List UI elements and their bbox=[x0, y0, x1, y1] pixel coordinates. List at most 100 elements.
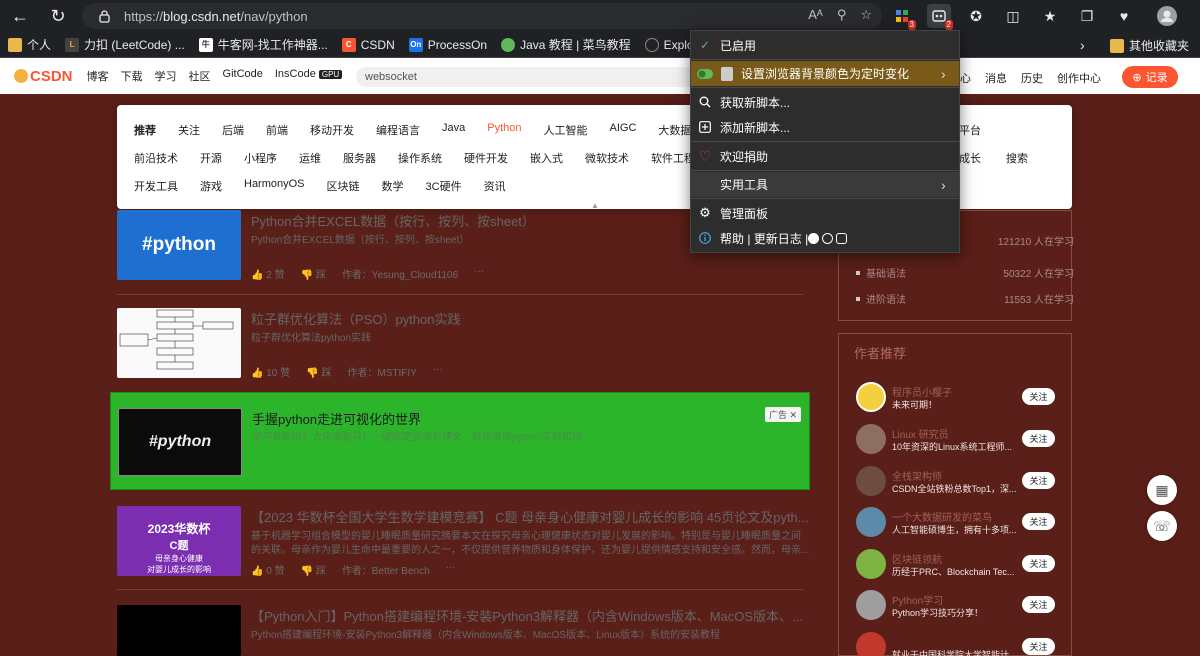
category-platform[interactable]: 平台 bbox=[959, 122, 981, 138]
category-frontier[interactable]: 前沿技术 bbox=[134, 150, 178, 166]
menu-help[interactable]: 帮助 | 更新日志 | bbox=[691, 226, 959, 250]
address-bar[interactable]: https://blog.csdn.net/nav/python Aᴬ ⚲ ☆ bbox=[82, 3, 882, 29]
category-java[interactable]: Java bbox=[442, 122, 465, 138]
zoom-icon[interactable]: ⚲ bbox=[837, 7, 847, 23]
messages-link[interactable]: 消息 bbox=[985, 70, 1007, 86]
extension-apps-icon[interactable]: 3 bbox=[890, 4, 916, 30]
learning-row[interactable]: 进阶语法 11553 人在学习 bbox=[856, 291, 1074, 306]
category-frontend[interactable]: 前端 bbox=[266, 122, 288, 138]
menu-utilities[interactable]: 实用工具 › bbox=[691, 172, 959, 197]
article-thumbnail[interactable] bbox=[117, 605, 241, 656]
lock-icon[interactable] bbox=[96, 8, 112, 24]
nav-inscode[interactable]: InsCode GPU bbox=[275, 68, 343, 84]
ad-title[interactable]: 手握python走进可视化的世界 bbox=[252, 409, 421, 428]
follow-button[interactable]: 关注 bbox=[1022, 430, 1055, 447]
menu-enabled[interactable]: ✓ 已启用 bbox=[691, 33, 959, 57]
author-card[interactable]: 程序员小樱子 未来可期！ 关注 bbox=[856, 382, 1056, 414]
toggle-switch-icon[interactable] bbox=[697, 66, 713, 82]
profile-avatar-icon[interactable] bbox=[1155, 4, 1179, 28]
author-card[interactable]: Python学习 Python学习技巧分享！ 关注 bbox=[856, 590, 1056, 622]
bookmark-personal[interactable]: 个人 bbox=[8, 36, 51, 53]
bookmarks-overflow-chevron-icon[interactable]: › bbox=[1080, 37, 1085, 53]
bookmark-runoob[interactable]: Java 教程 | 菜鸟教程 bbox=[501, 36, 631, 53]
favorites-icon[interactable]: ★ bbox=[1038, 4, 1062, 28]
nav-blog[interactable]: 博客 bbox=[87, 68, 109, 84]
follow-button[interactable]: 关注 bbox=[1022, 472, 1055, 489]
follow-button[interactable]: 关注 bbox=[1022, 638, 1055, 655]
author-card[interactable]: 区块链领航 历经于PRC、Blockchain Tec... 关注 bbox=[856, 549, 1056, 581]
author-card[interactable]: 就业于中国科学院大学智能计 关注 bbox=[856, 632, 1056, 656]
menu-donate[interactable]: ♡ 欢迎捐助 bbox=[691, 144, 959, 168]
record-button[interactable]: ⊕ 记录 bbox=[1122, 66, 1178, 88]
article-title[interactable]: 粒子群优化算法（PSO）python实践 bbox=[251, 309, 461, 328]
article-title[interactable]: 【Python入门】Python搭建编程环境-安装Python3解释器（内含Wi… bbox=[251, 606, 803, 625]
author-card-name[interactable]: Linux 研究员 bbox=[892, 426, 949, 441]
category-ops[interactable]: 运维 bbox=[299, 150, 321, 166]
category-server[interactable]: 服务器 bbox=[343, 150, 376, 166]
author-card[interactable]: 全栈架构师 CSDN全站铁粉总数Top1，深... 关注 bbox=[856, 466, 1056, 498]
extensions-puzzle-icon[interactable]: ✪ bbox=[964, 4, 988, 28]
category-python[interactable]: Python bbox=[487, 122, 521, 138]
category-harmonyos[interactable]: HarmonyOS bbox=[244, 178, 305, 194]
ad-thumbnail[interactable]: #python bbox=[118, 408, 242, 476]
article-thumbnail[interactable] bbox=[117, 308, 241, 378]
tampermonkey-icon[interactable]: 2 bbox=[927, 4, 953, 30]
qr-code-icon[interactable]: ▦ bbox=[1147, 475, 1177, 505]
menu-script-bg-color[interactable]: 设置浏览器背景颜色为定时变化 › bbox=[691, 61, 959, 86]
category-software-eng[interactable]: 软件工程 bbox=[651, 150, 695, 166]
author-card[interactable]: Linux 研究员 10年资深的Linux系统工程师... 关注 bbox=[856, 424, 1056, 456]
bookmark-csdn[interactable]: C CSDN bbox=[341, 37, 395, 52]
csdn-logo[interactable]: CSDN bbox=[14, 68, 73, 85]
author-name[interactable]: 作者：MSTIFIY bbox=[347, 364, 416, 379]
category-search[interactable]: 搜索 bbox=[1006, 150, 1028, 166]
category-embedded[interactable]: 嵌入式 bbox=[530, 150, 563, 166]
ad-close-tag[interactable]: 广告 ✕ bbox=[764, 407, 801, 422]
avatar[interactable] bbox=[856, 424, 886, 454]
menu-get-scripts[interactable]: 获取新脚本... bbox=[691, 90, 959, 114]
more-options-icon[interactable]: ··· bbox=[474, 266, 484, 281]
reload-icon[interactable]: ↻ bbox=[44, 2, 72, 30]
feed-item[interactable]: 【Python入门】Python搭建编程环境-安装Python3解释器（内含Wi… bbox=[117, 605, 803, 656]
nav-download[interactable]: 下载 bbox=[121, 68, 143, 84]
bookmark-leetcode[interactable]: L 力扣 (LeetCode) ... bbox=[65, 36, 185, 53]
avatar[interactable] bbox=[856, 382, 886, 412]
nav-learn[interactable]: 学习 bbox=[155, 68, 177, 84]
nav-community[interactable]: 社区 bbox=[189, 68, 211, 84]
category-hardware[interactable]: 硬件开发 bbox=[464, 150, 508, 166]
article-thumbnail[interactable]: 2023华数杯 C题 母亲身心健康 对婴儿成长的影响 bbox=[117, 506, 241, 576]
category-miniprogram[interactable]: 小程序 bbox=[244, 150, 277, 166]
follow-button[interactable]: 关注 bbox=[1022, 513, 1055, 530]
author-name[interactable]: 作者：Better Bench bbox=[342, 562, 430, 577]
category-opensource[interactable]: 开源 bbox=[200, 150, 222, 166]
history-link[interactable]: 历史 bbox=[1021, 70, 1043, 86]
search-input[interactable]: websocket bbox=[356, 67, 696, 87]
article-title[interactable]: 【2023 华数杯全国大学生数学建模竞赛】 C题 母亲身心健康对婴儿成长的影响 … bbox=[251, 507, 809, 526]
category-languages[interactable]: 编程语言 bbox=[376, 122, 420, 138]
article-title[interactable]: Python合并EXCEL数据（按行、按列、按sheet） bbox=[251, 211, 535, 230]
category-growth[interactable]: 成长 bbox=[959, 150, 981, 166]
creator-center-link[interactable]: 创作中心 bbox=[1057, 70, 1101, 86]
category-ai[interactable]: 人工智能 bbox=[544, 122, 588, 138]
avatar[interactable] bbox=[856, 507, 886, 537]
nav-gitcode[interactable]: GitCode bbox=[223, 68, 263, 84]
category-backend[interactable]: 后端 bbox=[222, 122, 244, 138]
category-mobile[interactable]: 移动开发 bbox=[310, 122, 354, 138]
follow-button[interactable]: 关注 bbox=[1022, 555, 1055, 572]
feed-item[interactable]: 粒子群优化算法（PSO）python实践 粒子群优化算法python实践 👍 1… bbox=[117, 308, 803, 380]
dislike-button[interactable]: 👎 踩 bbox=[306, 364, 331, 379]
bookmark-processon[interactable]: On ProcessOn bbox=[408, 37, 487, 52]
category-games[interactable]: 游戏 bbox=[200, 178, 222, 194]
author-card[interactable]: 一个大数据研发的菜鸟 人工智能硕博生，拥有十多项... 关注 bbox=[856, 507, 1056, 539]
feed-item[interactable]: 2023华数杯 C题 母亲身心健康 对婴儿成长的影响 【2023 华数杯全国大学… bbox=[117, 506, 809, 578]
follow-button[interactable]: 关注 bbox=[1022, 388, 1055, 405]
dislike-button[interactable]: 👎 踩 bbox=[301, 562, 326, 577]
avatar[interactable] bbox=[856, 632, 886, 656]
dislike-button[interactable]: 👎 踩 bbox=[301, 266, 326, 281]
category-bigdata[interactable]: 大数据 bbox=[658, 122, 691, 138]
avatar[interactable] bbox=[856, 466, 886, 496]
instagram-icon[interactable] bbox=[836, 232, 847, 244]
category-follow[interactable]: 关注 bbox=[178, 122, 200, 138]
more-options-icon[interactable]: ··· bbox=[433, 364, 443, 379]
browser-essentials-icon[interactable]: ♥ bbox=[1112, 4, 1136, 28]
split-screen-icon[interactable]: ◫ bbox=[1001, 4, 1025, 28]
